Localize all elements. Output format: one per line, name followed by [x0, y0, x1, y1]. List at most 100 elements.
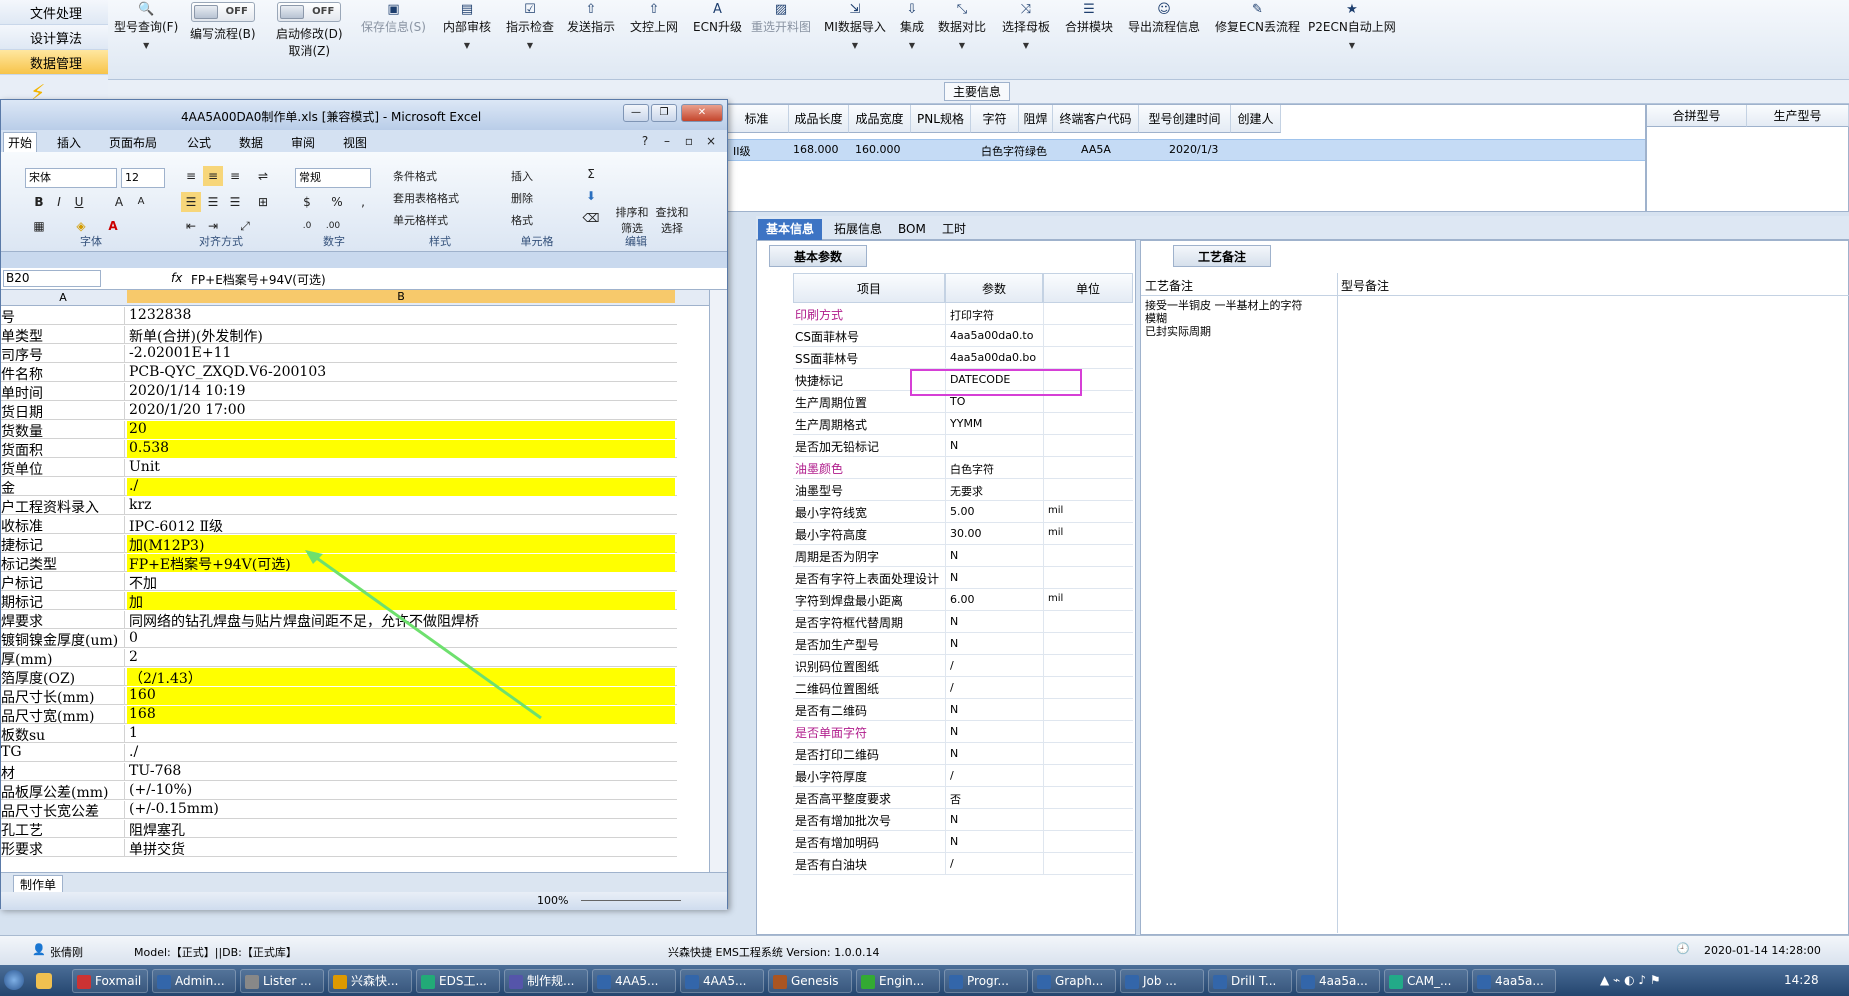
- internal-review-button[interactable]: ▤ 内部审核 ▼: [443, 2, 491, 50]
- save-info-button[interactable]: ▣ 保存信息(S): [361, 2, 426, 35]
- align-bottom-icon[interactable]: ≡: [225, 166, 245, 186]
- cell-a[interactable]: 货日期: [1, 402, 125, 420]
- model-query-button[interactable]: 🔍 型号查询(F) ▼: [114, 2, 178, 50]
- col-header[interactable]: 字符: [971, 105, 1019, 133]
- underline-icon[interactable]: U: [69, 192, 89, 212]
- param-value[interactable]: /: [950, 769, 954, 782]
- fill-icon[interactable]: ⬇: [581, 186, 601, 206]
- insert-cells-button[interactable]: 插入: [511, 168, 533, 184]
- param-row[interactable]: 周期是否为阴字 N: [793, 545, 1133, 567]
- delete-cells-button[interactable]: 删除: [511, 190, 533, 206]
- param-row[interactable]: 最小字符厚度 /: [793, 765, 1133, 787]
- conditional-format-button[interactable]: 条件格式: [393, 168, 437, 184]
- col-header[interactable]: 生产型号: [1747, 105, 1849, 127]
- currency-icon[interactable]: $: [297, 192, 317, 212]
- param-row[interactable]: 油墨型号 无要求: [793, 479, 1133, 501]
- instruction-check-button[interactable]: ☑ 指示检查 ▼: [506, 2, 554, 50]
- cell-b[interactable]: (+/-10%): [127, 782, 675, 800]
- param-value[interactable]: N: [950, 835, 958, 848]
- ribbon-tab-insert[interactable]: 插入: [57, 134, 81, 151]
- cell-style-button[interactable]: 单元格样式: [393, 212, 448, 228]
- cell-b[interactable]: 新单(合拼)(外发制作): [127, 326, 675, 344]
- param-value[interactable]: N: [950, 637, 958, 650]
- param-row[interactable]: 是否字符框代替周期 N: [793, 611, 1133, 633]
- vertical-scrollbar[interactable]: [709, 290, 727, 872]
- cell-a[interactable]: 单时间: [1, 383, 125, 401]
- taskbar-item[interactable]: 4AA5...: [680, 969, 764, 993]
- auto-modify-button[interactable]: OFF 启动修改(D) 取消(Z): [276, 2, 343, 59]
- param-row[interactable]: 是否加无铅标记 N: [793, 435, 1133, 457]
- export-flow-button[interactable]: ☺ 导出流程信息: [1128, 2, 1200, 35]
- col-b-header[interactable]: B: [127, 290, 675, 303]
- sheet-row[interactable]: 单类型 新单(合拼)(外发制作): [1, 325, 677, 344]
- param-value[interactable]: 无要求: [950, 483, 983, 499]
- param-value[interactable]: 4aa5a00da0.bo: [950, 351, 1036, 364]
- bold-icon[interactable]: B: [29, 192, 49, 212]
- param-value[interactable]: N: [950, 571, 958, 584]
- param-row[interactable]: 二维码位置图纸 /: [793, 677, 1133, 699]
- param-row[interactable]: 生产周期格式 YYMM: [793, 413, 1133, 435]
- nav-design-algorithm[interactable]: 设计算法: [0, 25, 108, 50]
- param-value[interactable]: N: [950, 703, 958, 716]
- param-row[interactable]: 是否单面字符 N: [793, 721, 1133, 743]
- font-family-select[interactable]: 宋体: [25, 168, 117, 188]
- cell-a[interactable]: 孔工艺: [1, 820, 125, 838]
- p2ecn-button[interactable]: ★ P2ECN自动上网 ▼: [1308, 2, 1396, 50]
- border-icon[interactable]: ▦: [29, 216, 49, 236]
- cell-b[interactable]: 20: [127, 421, 675, 439]
- align-top-icon[interactable]: ≡: [181, 166, 201, 186]
- sheet-row[interactable]: 号 1232838: [1, 306, 677, 325]
- auto-modify-toggle[interactable]: OFF: [277, 2, 342, 22]
- minimize-icon[interactable]: –: [657, 131, 677, 151]
- cell-b[interactable]: 2020/1/14 10:19: [127, 383, 675, 401]
- number-format-select[interactable]: 常规: [295, 168, 371, 188]
- data-compare-button[interactable]: ⤡ 数据对比 ▼: [938, 2, 986, 50]
- cell-b[interactable]: ./: [127, 744, 675, 762]
- tab-basic-info[interactable]: 基本信息: [758, 219, 823, 240]
- minimize-icon[interactable]: —: [623, 104, 649, 122]
- sheet-row[interactable]: 货数量 20: [1, 420, 677, 439]
- cell-a[interactable]: 捷标记: [1, 535, 125, 553]
- sheet-row[interactable]: 品板厚公差(mm) (+/-10%): [1, 781, 677, 800]
- subtab-process-notes[interactable]: 工艺备注: [1173, 245, 1272, 267]
- param-value[interactable]: /: [950, 681, 954, 694]
- format-cells-button[interactable]: 格式: [511, 212, 533, 228]
- col-header[interactable]: 成品长度: [789, 105, 849, 133]
- param-value[interactable]: /: [950, 659, 954, 672]
- folder-icon[interactable]: [36, 973, 52, 989]
- close-icon[interactable]: ✕: [681, 104, 723, 122]
- fx-icon[interactable]: fx: [171, 271, 182, 285]
- param-value[interactable]: YYMM: [950, 417, 982, 430]
- sort-filter-button[interactable]: 排序和筛选: [613, 204, 651, 236]
- tab-bom[interactable]: BOM: [890, 219, 934, 240]
- cell-a[interactable]: 期标记: [1, 592, 125, 610]
- param-row[interactable]: 字符到焊盘最小距离 6.00 mil: [793, 589, 1133, 611]
- cell-a[interactable]: 品尺寸宽(mm): [1, 706, 125, 724]
- param-value[interactable]: 白色字符: [950, 461, 994, 477]
- cell-a[interactable]: 镀铜镍金厚度(um): [1, 630, 125, 648]
- cell-a[interactable]: 厚(mm): [1, 649, 125, 667]
- sheet-row[interactable]: 单时间 2020/1/14 10:19: [1, 382, 677, 401]
- col-header[interactable]: 型号创建时间: [1139, 105, 1231, 133]
- param-row[interactable]: SS面菲林号 4aa5a00da0.bo: [793, 347, 1133, 369]
- cell-a[interactable]: 箔厚度(OZ): [1, 668, 125, 686]
- send-instruction-button[interactable]: ⇧ 发送指示: [567, 2, 615, 35]
- tab-extended-info[interactable]: 拓展信息: [826, 219, 890, 240]
- ribbon-tab-review[interactable]: 审阅: [291, 134, 315, 151]
- cell-a[interactable]: 金: [1, 478, 125, 496]
- cell-b[interactable]: TU-768: [127, 763, 675, 781]
- sheet-row[interactable]: 品尺寸长宽公差 (+/-0.15mm): [1, 800, 677, 819]
- taskbar-item[interactable]: Drill T...: [1208, 969, 1292, 993]
- cell-a[interactable]: 货单位: [1, 459, 125, 477]
- param-row[interactable]: 是否高平整度要求 否: [793, 787, 1133, 809]
- col-header[interactable]: 参数: [945, 273, 1043, 303]
- cell-b[interactable]: 0.538: [127, 440, 675, 458]
- cell-a[interactable]: 号: [1, 307, 125, 325]
- taskbar-item[interactable]: 4aa5a...: [1296, 969, 1380, 993]
- ribbon-tab-data[interactable]: 数据: [239, 134, 263, 151]
- param-row[interactable]: 是否有字符上表面处理设计 N: [793, 567, 1133, 589]
- cell-a[interactable]: 货数量: [1, 421, 125, 439]
- fix-ecn-button[interactable]: ✎ 修复ECN丢流程: [1215, 2, 1300, 35]
- sheet-row[interactable]: 形要求 单拼交货: [1, 838, 677, 857]
- merge-module-button[interactable]: ☰ 合拼模块: [1065, 2, 1113, 35]
